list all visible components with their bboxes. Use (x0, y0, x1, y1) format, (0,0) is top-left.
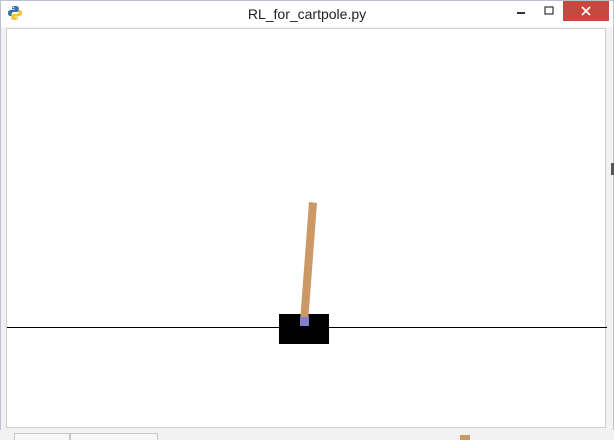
minimize-icon (517, 12, 525, 14)
maximize-button[interactable] (537, 1, 561, 21)
cartpole-render-canvas (6, 28, 607, 428)
maximize-icon (544, 6, 554, 15)
background-tab[interactable] (70, 433, 158, 440)
pole-layer (300, 202, 317, 326)
minimize-button[interactable] (509, 1, 533, 21)
background-tab[interactable] (14, 433, 70, 440)
pole (300, 202, 317, 323)
axle (300, 317, 309, 326)
title-bar[interactable]: RL_for_cartpole.py (1, 1, 613, 27)
close-button[interactable] (563, 1, 609, 21)
background-window-fragment (460, 435, 470, 440)
app-window: RL_for_cartpole.py (0, 0, 614, 440)
close-icon (581, 6, 591, 16)
